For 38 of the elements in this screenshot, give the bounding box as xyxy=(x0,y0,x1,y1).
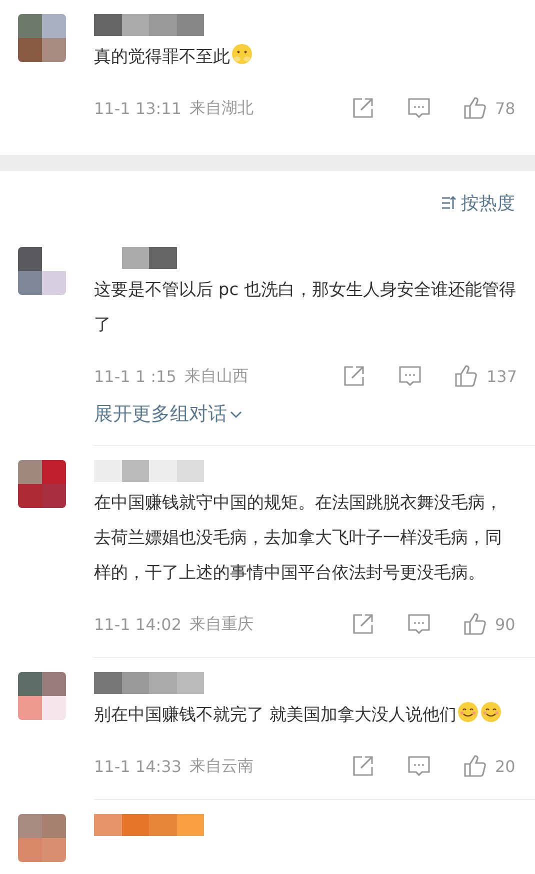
smile-emoji-icon xyxy=(457,701,480,723)
comment-text: 这要是不管以后 pc 也洗白，那女生人身安全谁还能管得了 xyxy=(94,279,517,337)
comment-location: 来自山西 xyxy=(184,366,250,386)
comment-text: 在中国赚钱就守中国的规矩。在法国跳脱衣舞没毛病，去荷兰嫖娼也没毛病，去加拿大飞叶子一样没毛病，同样的，干了上述的事情中国平台依法封号更没毛病。 xyxy=(94,492,503,585)
comment-icon[interactable] xyxy=(407,96,431,120)
thumbs-up-icon[interactable] xyxy=(463,96,487,120)
blurred-username[interactable] xyxy=(94,14,204,36)
comment-time: 11-1 13:11 xyxy=(94,98,182,118)
smile-emoji-icon xyxy=(480,701,502,723)
comment-text: 别在中国赚钱不就完了 就美国加拿大没人说他们 xyxy=(94,698,517,733)
sort-icon[interactable] xyxy=(441,195,457,211)
comment-time: 11-1 14:02 xyxy=(94,614,182,634)
comment-time: 11-1 14:33 xyxy=(94,756,182,776)
comment-icon[interactable] xyxy=(407,754,431,778)
like-count: 20 xyxy=(495,756,516,776)
worried-emoji-icon xyxy=(231,43,253,65)
comment-icon[interactable] xyxy=(407,612,431,636)
comment-icon[interactable] xyxy=(398,364,422,388)
thumbs-up-icon[interactable] xyxy=(454,364,478,388)
comment-location: 来自云南 xyxy=(190,756,255,776)
like-count: 137 xyxy=(486,366,517,386)
thumbs-up-icon[interactable] xyxy=(463,754,487,778)
like-count: 78 xyxy=(495,98,516,118)
share-icon[interactable] xyxy=(351,96,375,120)
thumbs-up-icon[interactable] xyxy=(463,612,487,636)
share-icon[interactable] xyxy=(342,364,366,388)
sort-by-popularity[interactable]: 按热度 xyxy=(461,191,515,215)
like-count: 90 xyxy=(495,614,516,634)
comment-time: 11-1 1 :15 xyxy=(94,366,176,386)
share-icon[interactable] xyxy=(351,612,375,636)
comment-location: 来自湖北 xyxy=(190,98,255,118)
avatar[interactable] xyxy=(18,672,66,720)
blurred-username[interactable] xyxy=(94,672,204,694)
share-icon[interactable] xyxy=(351,754,375,778)
expand-conversation-link[interactable]: 展开更多组对话 xyxy=(94,401,243,427)
comment-location: 来自重庆 xyxy=(190,614,255,634)
comment-text: 真的觉得罪不至此 xyxy=(94,40,517,75)
avatar[interactable] xyxy=(18,247,66,295)
